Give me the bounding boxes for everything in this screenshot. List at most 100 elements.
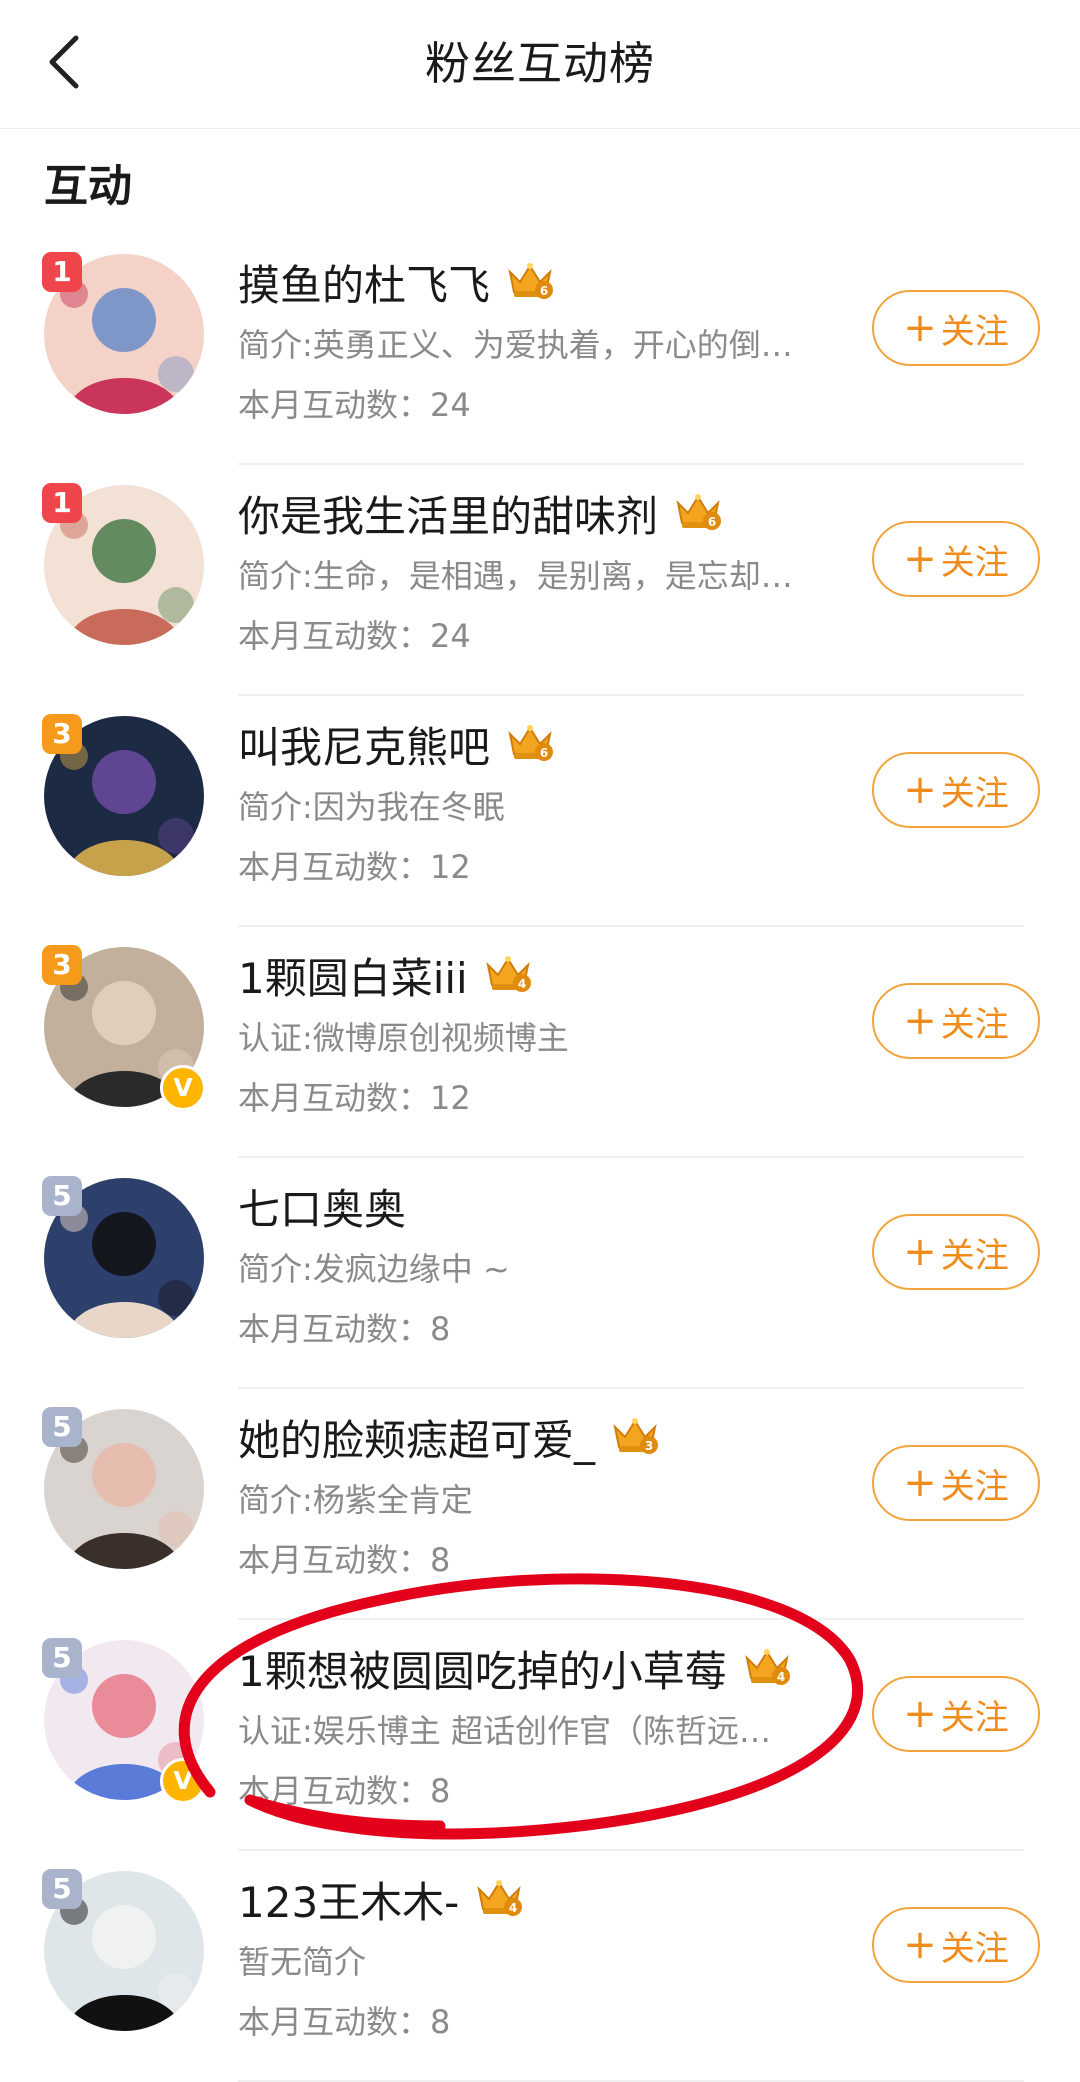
interaction-count: 本月互动数：24 [238, 613, 471, 659]
rank-badge: 5 [42, 1407, 82, 1447]
rank-badge: 1 [42, 483, 82, 523]
crown-icon: 6 [658, 489, 724, 537]
interaction-count: 本月互动数：24 [238, 382, 471, 428]
crown-icon: 6 [490, 720, 556, 768]
svg-text:3: 3 [645, 1439, 653, 1453]
count-label: 本月互动数： [238, 1079, 431, 1117]
follow-label: 关注 [940, 311, 1009, 352]
list-item[interactable]: 5 她的脸颊痣超可爱_ 3 简介:杨紫全肯定 本月互动数：8 + 关注 [0, 1389, 1080, 1620]
follow-button[interactable]: + 关注 [872, 1445, 1040, 1521]
interaction-count: 本月互动数：8 [238, 1306, 450, 1352]
count-value: 8 [430, 2003, 451, 2041]
ranking-list: 1 摸鱼的杜飞飞 6 简介:英勇正义、为爱执着，开心的倒… 本月互动数：24 + 关注 1 你是… [0, 234, 1080, 2082]
count-value: 8 [430, 1541, 451, 1579]
page-title: 粉丝互动榜 [424, 37, 655, 90]
rank-badge: 5 [42, 1176, 82, 1216]
svg-text:4: 4 [518, 977, 526, 991]
interaction-count: 本月互动数：12 [238, 1075, 471, 1121]
rank-badge: 5 [42, 1638, 82, 1678]
follow-button[interactable]: + 关注 [872, 1907, 1040, 1983]
count-value: 12 [430, 1079, 471, 1117]
follow-label: 关注 [940, 1697, 1009, 1738]
svg-text:4: 4 [509, 1901, 517, 1915]
svg-text:6: 6 [540, 284, 548, 298]
name-line: 你是我生活里的甜味剂 6 [238, 479, 724, 547]
count-label: 本月互动数： [238, 617, 431, 655]
plus-icon: + [903, 1229, 937, 1275]
rank-badge: 5 [42, 1869, 82, 1909]
count-value: 12 [430, 848, 471, 886]
interaction-count: 本月互动数：12 [238, 844, 471, 890]
follow-button[interactable]: + 关注 [872, 290, 1040, 366]
plus-icon: + [903, 305, 937, 351]
list-item[interactable]: 5 123王木木- 4 暂无简介本月互动数：8 + 关注 [0, 1851, 1080, 2082]
user-name[interactable]: 摸鱼的杜飞飞 [238, 252, 490, 313]
user-name[interactable]: 你是我生活里的甜味剂 [238, 483, 658, 544]
list-item[interactable]: 3 叫我尼克熊吧 6 简介:因为我在冬眠 本月互动数：12 + 关注 [0, 696, 1080, 927]
count-label: 本月互动数： [238, 1310, 431, 1348]
rank-badge: 3 [42, 945, 82, 985]
user-name[interactable]: 1颗圆白菜iii [238, 945, 468, 1006]
count-label: 本月互动数： [238, 848, 431, 886]
follow-button[interactable]: + 关注 [872, 521, 1040, 597]
count-value: 24 [430, 617, 471, 655]
plus-icon: + [903, 1691, 937, 1737]
count-label: 本月互动数： [238, 386, 431, 424]
follow-button[interactable]: + 关注 [872, 752, 1040, 828]
user-bio: 认证:微博原创视频博主 [238, 1019, 569, 1057]
user-name[interactable]: 123王木木- [238, 1869, 459, 1930]
plus-icon: + [903, 536, 937, 582]
plus-icon: + [903, 998, 937, 1044]
interaction-count: 本月互动数：8 [238, 1999, 450, 2045]
user-bio: 简介:因为我在冬眠 [238, 788, 505, 826]
crown-icon: 6 [490, 258, 556, 306]
crown-icon: 3 [595, 1413, 661, 1461]
follow-label: 关注 [940, 773, 1009, 814]
crown-icon: 4 [468, 951, 534, 999]
user-name[interactable]: 1颗想被圆圆吃掉的小草莓 [238, 1638, 727, 1699]
count-value: 8 [430, 1772, 451, 1810]
svg-text:4: 4 [777, 1670, 785, 1684]
list-item[interactable]: 5 七口奥奥简介:发疯边缘中 ~ 本月互动数：8 + 关注 [0, 1158, 1080, 1389]
follow-label: 关注 [940, 1004, 1009, 1045]
follow-label: 关注 [940, 542, 1009, 583]
list-item[interactable]: 5 V 1颗想被圆圆吃掉的小草莓 4 认证:娱乐博主 超话创作官（陈哲远… 本月互动数：8… [0, 1620, 1080, 1851]
name-line: 叫我尼克熊吧 6 [238, 710, 556, 778]
plus-icon: + [903, 767, 937, 813]
name-line: 七口奥奥 [238, 1172, 406, 1240]
name-line: 123王木木- 4 [238, 1865, 525, 1933]
crown-icon: 4 [727, 1644, 793, 1692]
list-item[interactable]: 1 摸鱼的杜飞飞 6 简介:英勇正义、为爱执着，开心的倒… 本月互动数：24 + 关注 [0, 234, 1080, 465]
svg-text:6: 6 [540, 746, 548, 760]
count-label: 本月互动数： [238, 1541, 431, 1579]
name-line: 1颗圆白菜iii 4 [238, 941, 534, 1009]
follow-label: 关注 [940, 1466, 1009, 1507]
name-line: 摸鱼的杜飞飞 6 [238, 248, 556, 316]
follow-button[interactable]: + 关注 [872, 983, 1040, 1059]
user-bio: 暂无简介 [238, 1943, 367, 1981]
user-name[interactable]: 叫我尼克熊吧 [238, 714, 490, 775]
count-label: 本月互动数： [238, 1772, 431, 1810]
follow-label: 关注 [940, 1235, 1009, 1276]
user-bio: 简介:发疯边缘中 ~ [238, 1250, 510, 1288]
user-bio: 简介:生命，是相遇，是别离，是忘却… [238, 557, 793, 595]
user-name[interactable]: 她的脸颊痣超可爱_ [238, 1407, 595, 1468]
svg-text:6: 6 [708, 515, 716, 529]
list-item[interactable]: 3 V 1颗圆白菜iii 4 认证:微博原创视频博主 本月互动数：12 + 关注 [0, 927, 1080, 1158]
follow-label: 关注 [940, 1928, 1009, 1969]
name-line: 她的脸颊痣超可爱_ 3 [238, 1403, 661, 1471]
section-title: 互动 [44, 161, 132, 212]
follow-button[interactable]: + 关注 [872, 1214, 1040, 1290]
top-bar: 粉丝互动榜 [0, 0, 1080, 129]
count-value: 8 [430, 1310, 451, 1348]
user-bio: 简介:杨紫全肯定 [238, 1481, 473, 1519]
count-value: 24 [430, 386, 471, 424]
list-item[interactable]: 1 你是我生活里的甜味剂 6 简介:生命，是相遇，是别离，是忘却… 本月互动数：24 + 关… [0, 465, 1080, 696]
rank-badge: 1 [42, 252, 82, 292]
follow-button[interactable]: + 关注 [872, 1676, 1040, 1752]
crown-icon: 4 [459, 1875, 525, 1923]
user-bio: 简介:英勇正义、为爱执着，开心的倒… [238, 326, 793, 364]
count-label: 本月互动数： [238, 2003, 431, 2041]
user-name[interactable]: 七口奥奥 [238, 1176, 406, 1237]
verified-icon: V [160, 1758, 206, 1804]
